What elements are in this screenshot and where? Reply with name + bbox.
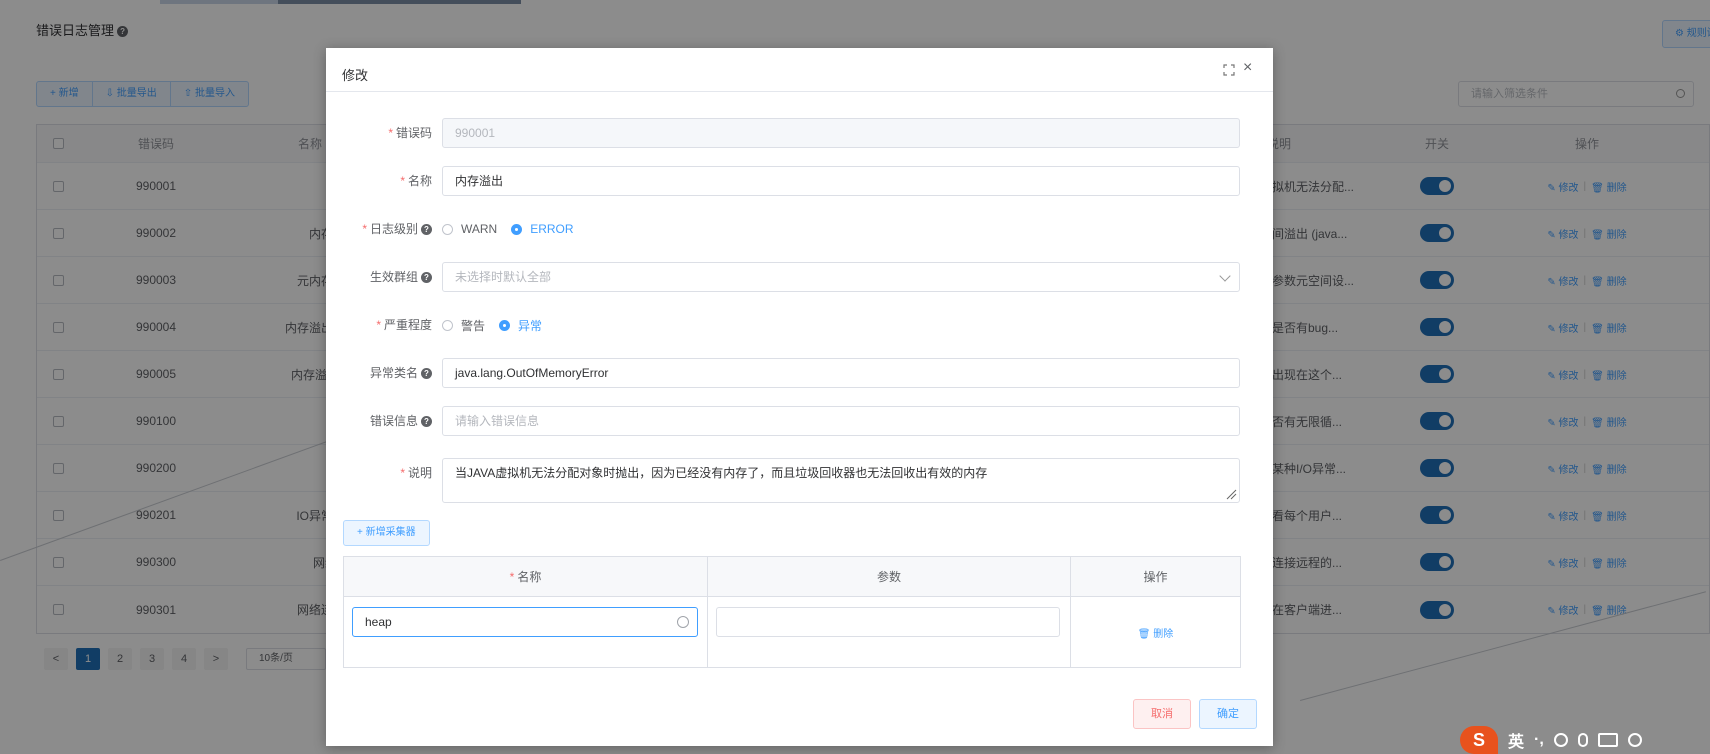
collector-params-input[interactable]: [716, 607, 1060, 637]
group-select[interactable]: 未选择时默认全部: [442, 262, 1240, 292]
error-message-field[interactable]: 请输入错误信息: [442, 406, 1240, 436]
microphone-icon[interactable]: [1577, 733, 1588, 747]
ime-language-toggle[interactable]: 英: [1508, 728, 1524, 752]
severity-radio-group: 警告 异常: [442, 310, 542, 340]
field-label: * 名称: [400, 174, 432, 188]
help-icon[interactable]: ?: [421, 416, 432, 427]
cancel-button[interactable]: 取消: [1133, 699, 1191, 729]
field-label: 异常类名?: [370, 358, 432, 388]
add-collector-button[interactable]: + 新增采集器: [343, 520, 430, 546]
name-field[interactable]: 内存溢出: [442, 166, 1240, 196]
check-circle-icon: [677, 616, 689, 628]
sogou-logo-icon[interactable]: S: [1460, 726, 1498, 754]
field-label: * 日志级别?: [362, 214, 432, 244]
keyboard-icon[interactable]: [1597, 733, 1618, 747]
field-label: 生效群组?: [370, 262, 432, 292]
confirm-button[interactable]: 确定: [1199, 699, 1257, 729]
chevron-down-icon: [1219, 270, 1231, 282]
collector-header-ops: 操作: [1143, 570, 1168, 584]
help-icon[interactable]: ?: [421, 224, 432, 235]
help-icon[interactable]: ?: [421, 368, 432, 379]
radio-exception[interactable]: 异常: [499, 317, 542, 334]
collector-header-params: 参数: [708, 557, 1071, 596]
field-label: * 错误码: [388, 126, 432, 140]
ime-toolbar: S 英 ·,: [1460, 726, 1710, 754]
collector-delete-button[interactable]: 🗑 删除: [1138, 625, 1173, 640]
maximize-icon[interactable]: [1223, 64, 1235, 76]
log-level-radio-group: WARN ERROR: [442, 214, 574, 244]
collector-table-header: * 名称 参数 操作: [344, 557, 1240, 597]
error-code-field: 990001: [442, 118, 1240, 148]
ime-punctuation-toggle[interactable]: ·,: [1534, 731, 1544, 749]
collector-table: * 名称 参数 操作 heap 🗑 删除: [343, 556, 1241, 668]
dialog-header: 修改 ×: [326, 48, 1273, 92]
collector-name-input[interactable]: heap: [352, 607, 698, 637]
exception-class-field[interactable]: java.lang.OutOfMemoryError: [442, 358, 1240, 388]
radio-error[interactable]: ERROR: [511, 222, 574, 236]
dialog-title: 修改: [342, 68, 369, 83]
resize-handle-icon[interactable]: [1225, 488, 1237, 500]
field-label: * 说明: [400, 466, 432, 480]
user-icon[interactable]: [1627, 733, 1642, 747]
radio-warning[interactable]: 警告: [442, 317, 485, 334]
field-label: * 严重程度: [376, 318, 432, 332]
description-textarea[interactable]: 当JAVA虚拟机无法分配对象时抛出，因为已经没有内存了，而且垃圾回收器也无法回收…: [442, 458, 1240, 503]
radio-warn[interactable]: WARN: [442, 222, 497, 236]
close-icon[interactable]: ×: [1243, 60, 1252, 76]
collector-header-name: * 名称: [344, 557, 708, 596]
field-label: 错误信息?: [370, 406, 432, 436]
emoji-icon[interactable]: [1553, 733, 1568, 747]
edit-dialog: 修改 × * 错误码 990001 * 名称 内存溢出 * 日志级别? WARN ER…: [326, 48, 1273, 746]
help-icon[interactable]: ?: [421, 272, 432, 283]
collector-table-row: heap 🗑 删除: [344, 597, 1240, 667]
